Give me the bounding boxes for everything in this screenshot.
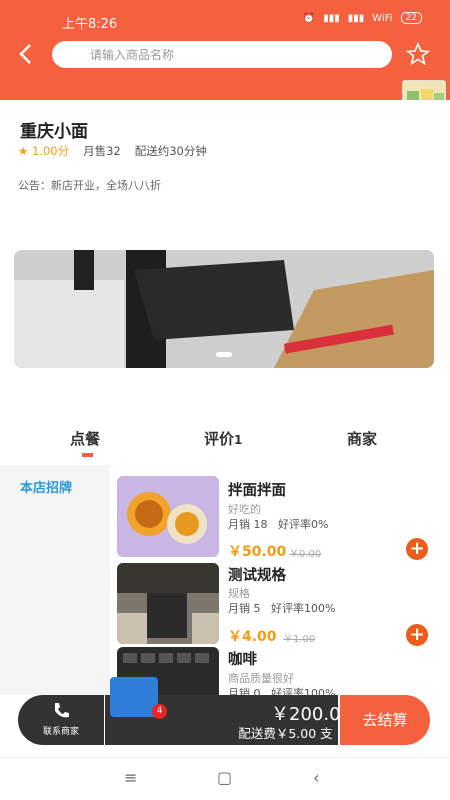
back-icon[interactable] [14, 40, 38, 68]
shop-meta: ★ 1.00分 月售32 配送约30分钟 [18, 143, 207, 159]
banner-indicator [216, 352, 232, 357]
product-price: ￥50.00 [228, 544, 287, 560]
product-price: ￥4.00 [228, 629, 277, 645]
product-sales: 月销 5 [228, 602, 261, 615]
shop-rating: ★ 1.00分 [18, 144, 70, 158]
back-nav-icon[interactable]: ‹ [313, 768, 319, 787]
tab-reviews-count: 1 [234, 433, 243, 447]
cart-bar: 联系商家 ￥200.00 配送费￥5.00 支持自取 4 去结算 [18, 677, 430, 760]
wifi-icon: WiFi [372, 12, 393, 24]
product-desc: 商品质量很好 [228, 672, 294, 685]
status-time: 上午8:26 [62, 17, 118, 32]
signal-icon-2: ▮▮▮ [347, 12, 365, 24]
cart-count-badge: 4 [152, 704, 167, 719]
shopping-bag-icon[interactable] [110, 677, 158, 717]
product-good-rate: 好评率100% [271, 602, 336, 615]
delivery-fee: 配送费￥5.00 支持自取 [238, 726, 333, 760]
alarm-icon: ⏰ [302, 12, 316, 24]
shop-banner-image[interactable] [14, 250, 434, 368]
product-item[interactable]: 咖啡 商品质量很好 月销 0 好评率100% [117, 647, 450, 695]
shop-name: 重庆小面 [20, 122, 88, 142]
sidebar-item-signature[interactable]: 本店招牌 [20, 477, 72, 496]
phone-icon [55, 703, 69, 718]
product-sales: 月销 0 [228, 687, 261, 695]
tab-order[interactable]: 点餐 [70, 428, 100, 449]
battery-icon: 22 [400, 12, 422, 24]
banner-photo [14, 250, 434, 368]
home-icon[interactable]: ▢ [217, 768, 232, 787]
delivery-time: 配送约30分钟 [134, 144, 207, 158]
contact-label: 联系商家 [42, 727, 79, 737]
tab-reviews[interactable]: 评价1 [204, 428, 242, 449]
product-name: 咖啡 [228, 652, 257, 668]
add-to-cart-button[interactable]: + [406, 538, 428, 560]
product-stats: 月销 0 好评率100% [228, 685, 335, 695]
tab-merchant[interactable]: 商家 [347, 428, 377, 449]
category-sidebar [0, 465, 110, 695]
product-image [117, 563, 219, 644]
product-item[interactable]: 测试规格 规格 月销 5 好评率100% ￥4.00 ￥1.00 + [117, 563, 450, 647]
product-item[interactable]: 拌面拌面 好吃的 月销 18 好评率0% ￥50.00 ￥0.00 + [117, 475, 450, 560]
rating-value: 1.00分 [31, 144, 70, 158]
product-image [117, 476, 219, 557]
menu-icon[interactable]: ≡ [124, 768, 137, 787]
signal-icon: ▮▮▮ [323, 12, 340, 24]
product-stats: 月销 5 好评率100% [228, 600, 335, 616]
product-name: 拌面拌面 [228, 483, 286, 499]
product-stats: 月销 18 好评率0% [228, 516, 328, 532]
product-name: 测试规格 [228, 568, 286, 584]
tab-bar: 点餐 评价1 商家 [0, 425, 450, 461]
product-good-rate: 好评率100% [271, 687, 336, 695]
tab-reviews-label: 评价 [204, 430, 235, 448]
product-sales: 月销 18 [228, 518, 268, 531]
product-good-rate: 好评率0% [278, 518, 329, 531]
add-to-cart-button[interactable]: + [406, 624, 428, 646]
monthly-sales: 月售32 [83, 144, 121, 158]
system-nav-bar: ≡ ▢ ‹ [0, 757, 450, 800]
search-input[interactable]: 请输入商品名称 [52, 41, 392, 68]
shop-notice: 公告：新店开业，全场八八折 [18, 179, 161, 192]
product-desc: 规格 [228, 587, 250, 600]
favorite-star-icon[interactable] [406, 42, 430, 66]
product-desc: 好吃的 [228, 503, 261, 516]
product-old-price: ￥0.00 [289, 549, 322, 560]
status-bar: 上午8:26 ⏰ ▮▮▮ ▮▮▮ WiFi 22 [0, 10, 450, 32]
tab-active-indicator [82, 453, 93, 457]
checkout-button[interactable]: 去结算 [340, 695, 430, 745]
product-old-price: ￥1.00 [283, 634, 316, 645]
contact-merchant-button[interactable]: 联系商家 [18, 695, 104, 745]
